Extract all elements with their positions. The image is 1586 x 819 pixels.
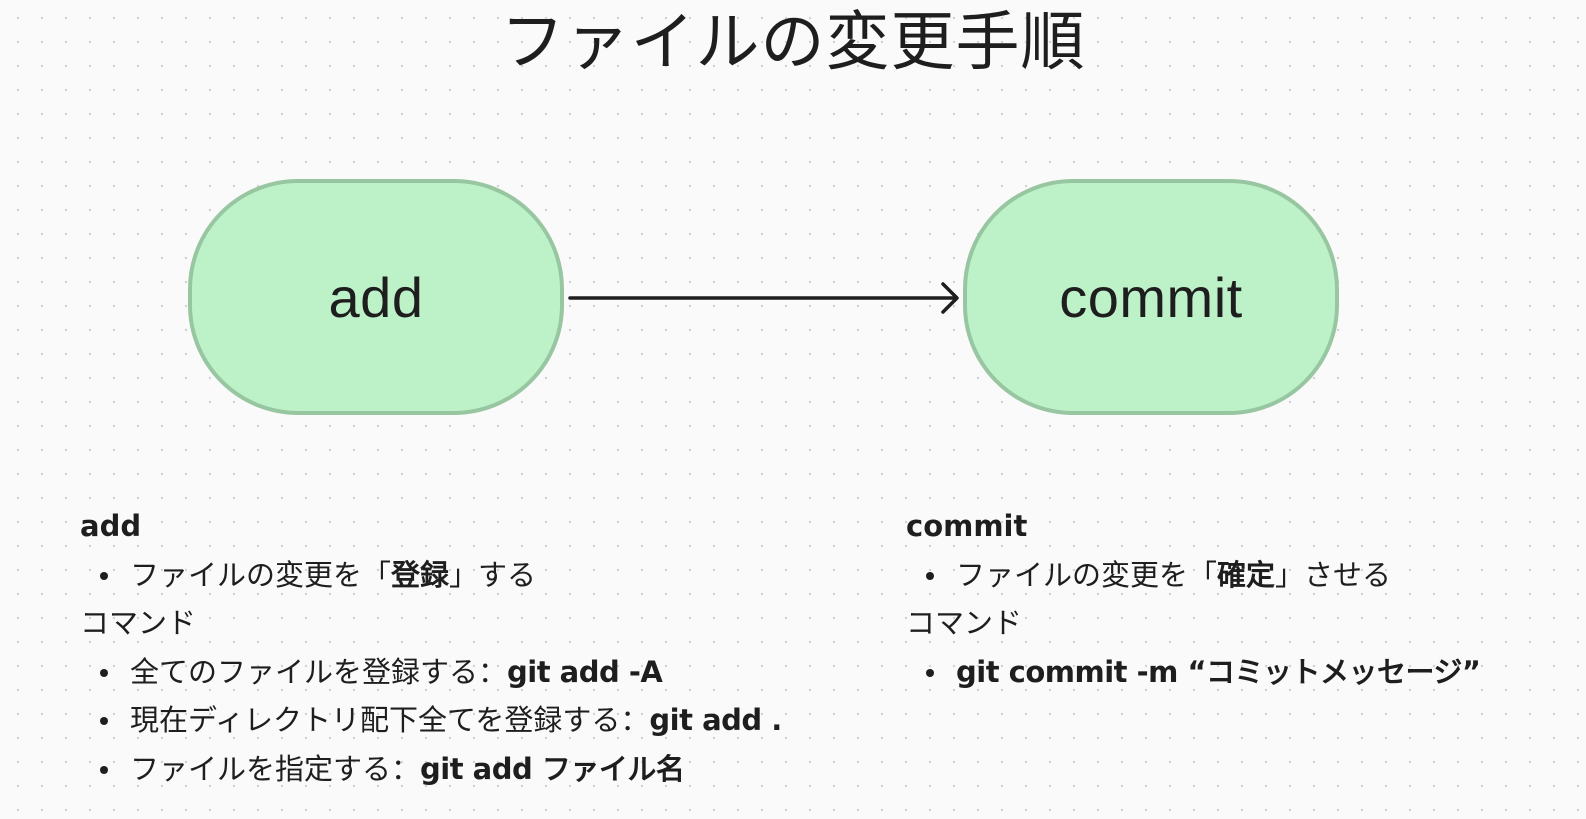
add-command-text: 現在ディレクトリ配下全てを登録する： — [130, 703, 650, 737]
add-summary-bold: 登録 — [391, 557, 450, 592]
add-command-text: ファイルを指定する： — [130, 751, 421, 786]
commit-node-label: commit — [1059, 265, 1243, 329]
commit-command-label: コマンド — [906, 606, 1023, 640]
add-command-code: git add . — [649, 703, 782, 737]
add-command-list: 全てのファイルを登録する：git add -A 現在ディレクトリ配下全てを登録す… — [80, 648, 782, 794]
add-command-code: git add -A — [507, 654, 663, 689]
add-node[interactable]: add — [188, 179, 564, 415]
add-command-item: ファイルを指定する：git add ファイル名 — [100, 745, 782, 794]
add-heading: add — [80, 509, 142, 543]
add-command-code: git add ファイル名 — [420, 751, 685, 786]
add-command-label: コマンド — [80, 606, 197, 640]
commit-summary-bold: 確定 — [1217, 557, 1276, 592]
commit-heading: commit — [906, 509, 1028, 543]
add-command-text: 全てのファイルを登録する： — [130, 654, 508, 689]
add-summary-pre: ファイルの変更を「 — [130, 557, 392, 592]
page-title: ファイルの変更手順 — [500, 6, 1086, 80]
commit-command-list: git commit -m “コミットメッセージ” — [906, 648, 1481, 697]
add-summary-item: ファイルの変更を「登録」する — [100, 551, 782, 600]
commit-command-code: git commit -m “コミットメッセージ” — [956, 654, 1481, 689]
commit-summary-pre: ファイルの変更を「 — [956, 557, 1218, 592]
add-summary-post: 」する — [449, 557, 537, 592]
commit-summary-list: ファイルの変更を「確定」させる — [906, 551, 1481, 600]
add-node-label: add — [328, 265, 424, 329]
commit-summary-post: 」させる — [1275, 557, 1392, 592]
commit-summary-item: ファイルの変更を「確定」させる — [926, 551, 1481, 600]
commit-command-item: git commit -m “コミットメッセージ” — [926, 648, 1481, 697]
add-command-item: 全てのファイルを登録する：git add -A — [100, 648, 782, 697]
add-command-item: 現在ディレクトリ配下全てを登録する：git add . — [100, 696, 782, 745]
add-description: add ファイルの変更を「登録」する コマンド 全てのファイルを登録する：git… — [80, 502, 782, 793]
add-to-commit-arrow — [568, 282, 959, 314]
commit-node[interactable]: commit — [963, 179, 1339, 415]
commit-description: commit ファイルの変更を「確定」させる コマンド git commit -… — [906, 502, 1481, 696]
add-summary-list: ファイルの変更を「登録」する — [80, 551, 782, 600]
